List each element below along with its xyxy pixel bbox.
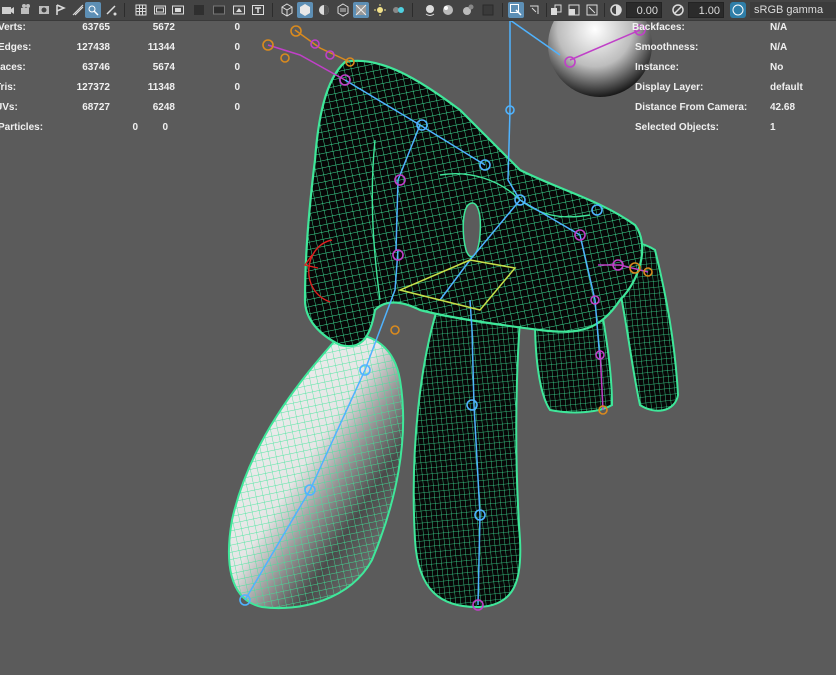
xray-components-icon[interactable] <box>508 2 524 18</box>
motion-blur-icon[interactable] <box>422 2 438 18</box>
hud-value: 5672 <box>152 22 175 33</box>
anti-aliasing-icon[interactable] <box>440 2 456 18</box>
viewport-toolbar: 0.00 1.00 sRGB gamma <box>0 0 836 21</box>
hud-value: 63765 <box>82 22 110 33</box>
hud-value: 11344 <box>147 42 175 53</box>
hud-label: Faces: <box>0 62 26 73</box>
hud-value: 0 <box>234 62 240 73</box>
hud-value: 127438 <box>76 42 110 53</box>
hud-value: 5674 <box>152 62 175 73</box>
hud-value: N/A <box>770 42 788 53</box>
film-gate-icon[interactable] <box>85 2 101 18</box>
hud-label: Particles: <box>0 122 44 133</box>
hud-label: Smoothness: <box>635 42 699 53</box>
camera-select-icon[interactable] <box>0 2 16 18</box>
hud-label: Tris: <box>0 82 17 93</box>
two-pane-icon[interactable] <box>548 2 564 18</box>
mesh-back-leg[interactable] <box>412 298 522 609</box>
hud-value: 42.68 <box>770 102 796 113</box>
screen-space-ao-icon[interactable] <box>335 2 351 18</box>
hud-value: 0 <box>234 102 240 113</box>
gate-mask-icon[interactable] <box>133 2 149 18</box>
gamma-icon[interactable] <box>670 2 686 18</box>
bookmarks-icon[interactable] <box>36 2 52 18</box>
hud-value: 11348 <box>147 82 175 93</box>
hud-label: Backfaces: <box>632 22 685 33</box>
hud-value: 0 <box>234 42 240 53</box>
hud-value: 0 <box>234 82 240 93</box>
safe-title-icon[interactable] <box>191 2 207 18</box>
smooth-shade-icon[interactable] <box>231 2 247 18</box>
hud-value: 0 <box>234 22 240 33</box>
resolution-gate-icon[interactable] <box>103 2 119 18</box>
select-camera-icon[interactable] <box>584 2 600 18</box>
field-chart-icon[interactable] <box>152 2 168 18</box>
exposure-icon[interactable] <box>608 2 624 18</box>
hud-value: No <box>770 62 784 73</box>
hud-value: 68727 <box>82 102 110 113</box>
safe-action-icon[interactable] <box>170 2 186 18</box>
hud-label: Distance From Camera: <box>635 102 748 113</box>
hud-value: 127372 <box>76 82 110 93</box>
hud-value: 1 <box>770 122 776 133</box>
hud-value: 6248 <box>152 102 175 113</box>
grid-icon[interactable] <box>70 2 86 18</box>
hud-value: N/A <box>770 22 788 33</box>
isolate-select-icon[interactable] <box>480 2 496 18</box>
xray-joints-icon[interactable] <box>390 2 406 18</box>
hud-label: Instance: <box>635 62 679 73</box>
camera-attributes-icon[interactable] <box>18 2 34 18</box>
hud-value: default <box>770 82 803 93</box>
xray-icon[interactable] <box>372 2 388 18</box>
textured-icon[interactable] <box>279 2 295 18</box>
colorspace-dropdown[interactable]: sRGB gamma <box>750 2 836 18</box>
wireframe-on-shaded-icon[interactable] <box>250 2 266 18</box>
depth-of-field-icon[interactable] <box>460 2 476 18</box>
wireframe-on-shaded-toggle-icon[interactable] <box>353 2 369 18</box>
wireframe-icon[interactable] <box>211 2 227 18</box>
use-all-lights-icon[interactable] <box>297 2 313 18</box>
hud-value: 0 <box>162 122 168 133</box>
exposure-field[interactable]: 0.00 <box>626 2 662 18</box>
mesh-front-leg[interactable] <box>227 333 405 610</box>
hud-value: 63746 <box>82 62 110 73</box>
hud-label: Display Layer: <box>635 82 704 93</box>
hud-label: UVs: <box>0 102 18 113</box>
frame-all-icon[interactable] <box>526 2 542 18</box>
hud-label: Verts: <box>0 22 26 33</box>
hud-label: Edges: <box>0 42 32 53</box>
shadows-icon[interactable] <box>316 2 332 18</box>
hud-label: Selected Objects: <box>635 122 719 133</box>
image-plane-icon[interactable] <box>52 2 68 18</box>
four-pane-icon[interactable] <box>566 2 582 18</box>
color-management-icon[interactable] <box>730 2 746 18</box>
gamma-field[interactable]: 1.00 <box>688 2 724 18</box>
